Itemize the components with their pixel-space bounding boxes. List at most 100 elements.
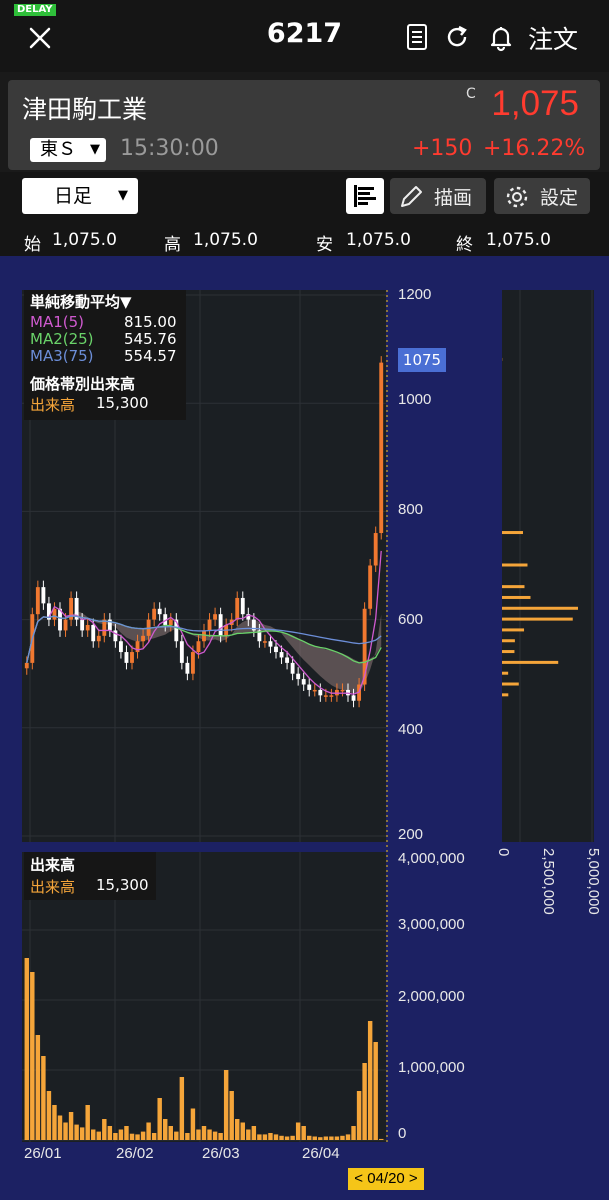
vbp-bar [502, 693, 509, 697]
volume-bar [196, 1129, 201, 1140]
volume-bar [102, 1119, 107, 1140]
volume-bar [284, 1136, 290, 1140]
volume-bar [229, 1091, 234, 1140]
volume-bar [157, 1098, 162, 1140]
candle-body [124, 652, 129, 663]
candle-body [301, 679, 306, 685]
candle-body [274, 646, 278, 653]
candle-body [329, 695, 334, 697]
volume-bar [52, 1105, 57, 1140]
volume-bar [379, 1138, 384, 1140]
ma1-value: 815.00 [124, 313, 177, 331]
candle-body [296, 673, 301, 680]
vbp-axis-label: 2,500,000 [540, 848, 557, 915]
volume-bar [318, 1137, 323, 1140]
candle-body [118, 641, 123, 653]
volume-bar [135, 1134, 140, 1140]
candle-body [262, 641, 267, 643]
vbp-bar [502, 563, 528, 567]
vbp-bar [502, 650, 515, 654]
candle-body [63, 619, 68, 631]
volume-bar [356, 1091, 362, 1140]
volume-bar [118, 1129, 124, 1140]
volume-bar [307, 1135, 312, 1140]
volume-bar [46, 1091, 52, 1140]
date-axis-label: 26/04 [302, 1145, 340, 1162]
candle-body [152, 608, 157, 620]
volume-bar [68, 1112, 74, 1140]
candle-body [41, 587, 46, 604]
volume-bar [251, 1126, 257, 1140]
volume-bar [168, 1126, 173, 1140]
volume-bar [218, 1133, 223, 1140]
sma-title[interactable]: 単純移動平均▼ [30, 291, 132, 312]
volume-axis-label: 2,000,000 [398, 988, 465, 1005]
candle-body [213, 614, 218, 620]
crosshair-date-tag[interactable]: < 04/20 > [348, 1168, 424, 1190]
candle-body [168, 619, 173, 626]
volume-bar [96, 1131, 101, 1140]
volume-bar [179, 1077, 185, 1140]
volume-bar [24, 958, 29, 1140]
volume-bar [334, 1136, 340, 1140]
volume-bar [301, 1126, 306, 1140]
chart-canvas[interactable] [0, 0, 609, 1200]
vbp-title: 価格帯別出来高 [30, 375, 136, 393]
volume-bar [312, 1136, 317, 1140]
vbp-bar [502, 531, 523, 535]
volume-bar [35, 1035, 41, 1140]
volume-bar [257, 1134, 262, 1140]
candle-body [268, 641, 273, 647]
volume-bar [151, 1133, 157, 1140]
vbp-bar [502, 639, 515, 643]
volume-bar [273, 1134, 279, 1140]
candle-body [351, 695, 356, 701]
volume-bar [201, 1126, 207, 1140]
candle-body [141, 635, 146, 642]
volume-bar [362, 1063, 367, 1140]
candle-body [91, 625, 96, 642]
candle-body [113, 630, 118, 642]
candle-body [240, 597, 245, 615]
ma1-label: MA1(5) [30, 313, 84, 331]
volume-bar [345, 1134, 351, 1140]
price-axis-label: 400 [398, 721, 424, 738]
volume-bar [74, 1124, 79, 1140]
volume-bar [140, 1131, 146, 1140]
volume-bar [79, 1127, 85, 1140]
vbp-bar [502, 606, 578, 610]
candle-body [85, 625, 90, 631]
volume-bar [246, 1129, 251, 1140]
volume-bar [329, 1136, 334, 1140]
date-axis-label: 26/01 [24, 1145, 62, 1162]
date-axis-label: 26/02 [116, 1145, 154, 1162]
candle-body [218, 614, 223, 636]
price-axis-label: 1000 [398, 391, 432, 408]
candle-body [379, 362, 384, 534]
volume-bar [91, 1129, 96, 1140]
candle [379, 356, 384, 540]
candle-body [96, 635, 101, 642]
volume-bar [351, 1126, 356, 1140]
candle-body [290, 662, 295, 674]
indicator-legend[interactable]: 単純移動平均▼ MA1(5) 815.00 MA2(25) 545.76 MA3… [24, 290, 186, 420]
volume-bar [85, 1105, 90, 1140]
vbp-bar [502, 682, 519, 686]
volume-bar [323, 1136, 329, 1140]
candle-body [35, 587, 40, 615]
volume-title: 出来高 [30, 856, 76, 874]
vbp-volume-value: 15,300 [96, 394, 149, 412]
volume-bar [240, 1122, 245, 1140]
candle-body [157, 608, 162, 615]
volume-bar [223, 1070, 229, 1140]
volume-bar [30, 972, 35, 1140]
candle-body [190, 652, 195, 674]
volume-bar [41, 1056, 46, 1140]
vbp-bar [502, 671, 509, 675]
vbp-bar [502, 617, 573, 621]
price-axis-label: 800 [398, 501, 424, 518]
price-axis-label: 600 [398, 611, 424, 628]
volume-bar [63, 1122, 68, 1140]
candle-body [196, 641, 201, 653]
volume-axis-label: 0 [398, 1125, 407, 1142]
